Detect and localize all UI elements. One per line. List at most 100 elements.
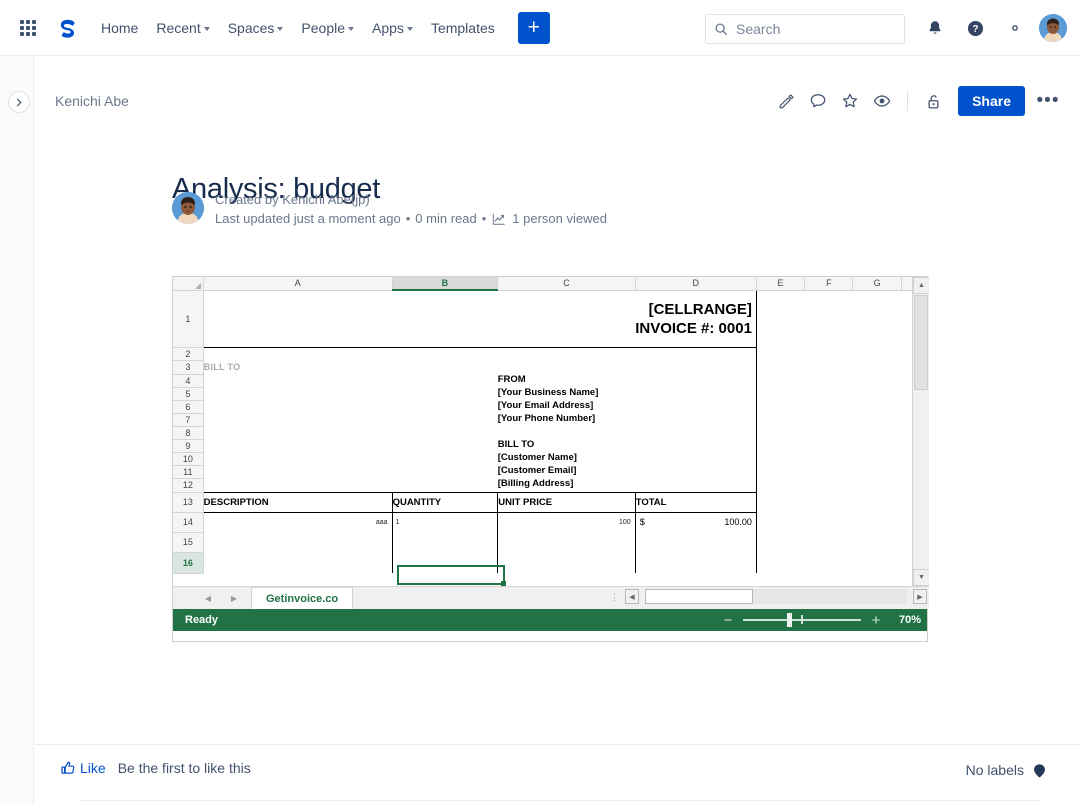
cell-e8[interactable] [756,426,804,439]
nav-item-spaces[interactable]: Spaces [219,14,293,42]
cell-d1[interactable]: [CELLRANGE] INVOICE #: 0001 [635,290,756,347]
spreadsheet-grid[interactable]: A B C D E F G H 1 [173,277,929,586]
row-header-4[interactable]: 4 [173,374,203,387]
star-icon[interactable] [835,86,865,116]
cell-d5[interactable] [635,387,756,400]
column-header-f[interactable]: F [805,277,853,290]
column-header-a[interactable]: A [203,277,392,290]
cell-f10[interactable] [805,452,853,465]
cell-a16[interactable] [203,552,392,573]
author-avatar[interactable] [172,192,204,224]
table-row[interactable]: 1 [CELLRANGE] INVOICE #: 0001 [173,290,929,347]
cell-g11[interactable] [853,465,901,478]
triangle-right-icon[interactable]: ▶ [221,588,247,608]
cell-c6[interactable]: [Your Email Address] [498,400,635,413]
nav-item-templates[interactable]: Templates [422,14,504,42]
eye-watch-icon[interactable] [867,86,897,116]
cell-g16[interactable] [853,552,901,573]
row-header-10[interactable]: 10 [173,452,203,465]
like-button[interactable]: Like [60,760,106,776]
column-header-e[interactable]: E [756,277,804,290]
header-total[interactable]: TOTAL [635,492,756,512]
table-row[interactable]: 16 [173,552,929,573]
cell-b6[interactable] [392,400,498,413]
scroll-up-button[interactable]: ▲ [913,277,929,294]
cell-a5[interactable] [203,387,392,400]
cell-c12[interactable]: [Billing Address] [498,478,635,492]
cell-c1[interactable] [498,290,635,347]
vertical-scroll-thumb[interactable] [914,295,928,390]
cell-a4[interactable] [203,374,392,387]
cell-c7[interactable]: [Your Phone Number] [498,413,635,426]
cell-a3[interactable]: BILL TO [203,360,392,374]
notification-bell-icon[interactable] [919,12,951,44]
table-row[interactable]: 8 [173,426,929,439]
create-button[interactable]: + [518,12,550,44]
header-description[interactable]: DESCRIPTION [203,492,392,512]
cell-a7[interactable] [203,413,392,426]
cell-a10[interactable] [203,452,392,465]
nav-item-apps[interactable]: Apps [363,14,422,42]
cell-b8[interactable] [392,426,498,439]
triangle-left-icon[interactable]: ◀ [195,588,221,608]
cell-a9[interactable] [203,439,392,452]
cell-g3[interactable] [853,360,901,374]
table-row[interactable]: 10 [Customer Name] [173,452,929,465]
cell-item-quantity[interactable]: 1 [392,512,498,532]
cell-b12[interactable] [392,478,498,492]
cell-f15[interactable] [805,532,853,552]
more-actions-button[interactable]: ••• [1033,86,1063,116]
cell-e14[interactable] [756,512,804,532]
cell-c4[interactable]: FROM [498,374,635,387]
cell-f11[interactable] [805,465,853,478]
cell-item-total[interactable]: $ 100.00 [635,512,756,532]
cell-f7[interactable] [805,413,853,426]
spreadsheet-embed[interactable]: A B C D E F G H 1 [172,276,928,642]
cell-a11[interactable] [203,465,392,478]
spreadsheet-table[interactable]: A B C D E F G H 1 [173,277,929,574]
cell-g10[interactable] [853,452,901,465]
search-input[interactable] [734,20,894,38]
table-row[interactable]: 14 aaa 1 100 $ 100.0 [173,512,929,532]
row-header-16[interactable]: 16 [173,552,203,573]
cell-c15[interactable] [498,532,635,552]
cell-e7[interactable] [756,413,804,426]
vertical-scrollbar[interactable]: ▲ ▼ [912,277,929,586]
row-header-13[interactable]: 13 [173,492,203,512]
cell-item-description[interactable]: aaa [203,512,392,532]
horizontal-scroll-thumb[interactable] [645,589,753,604]
table-row[interactable]: 15 [173,532,929,552]
column-header-d[interactable]: D [635,277,756,290]
cell-d9[interactable] [635,439,756,452]
column-header-c[interactable]: C [498,277,635,290]
cell-a1[interactable] [203,290,392,347]
horizontal-scrollbar[interactable] [645,589,907,604]
table-row[interactable]: 12 [Billing Address] [173,478,929,492]
cell-g14[interactable] [853,512,901,532]
cell-e13[interactable] [756,492,804,512]
cell-f8[interactable] [805,426,853,439]
header-unit-price[interactable]: UNIT PRICE [498,492,635,512]
cell-a12[interactable] [203,478,392,492]
nav-item-recent[interactable]: Recent [147,14,218,42]
sidebar-expand-button[interactable] [8,91,30,113]
row-header-12[interactable]: 12 [173,478,203,492]
cell-d11[interactable] [635,465,756,478]
cell-f16[interactable] [805,552,853,573]
cell-f4[interactable] [805,374,853,387]
row-header-7[interactable]: 7 [173,413,203,426]
cell-g4[interactable] [853,374,901,387]
cell-f14[interactable] [805,512,853,532]
cell-d10[interactable] [635,452,756,465]
row-header-9[interactable]: 9 [173,439,203,452]
row-header-6[interactable]: 6 [173,400,203,413]
header-quantity[interactable]: QUANTITY [392,492,498,512]
cell-g8[interactable] [853,426,901,439]
cell-a2[interactable] [203,347,392,360]
cell-g15[interactable] [853,532,901,552]
zoom-in-button[interactable]: + [869,613,883,628]
cell-d4[interactable] [635,374,756,387]
cell-g7[interactable] [853,413,901,426]
cell-b1[interactable] [392,290,498,347]
row-header-11[interactable]: 11 [173,465,203,478]
